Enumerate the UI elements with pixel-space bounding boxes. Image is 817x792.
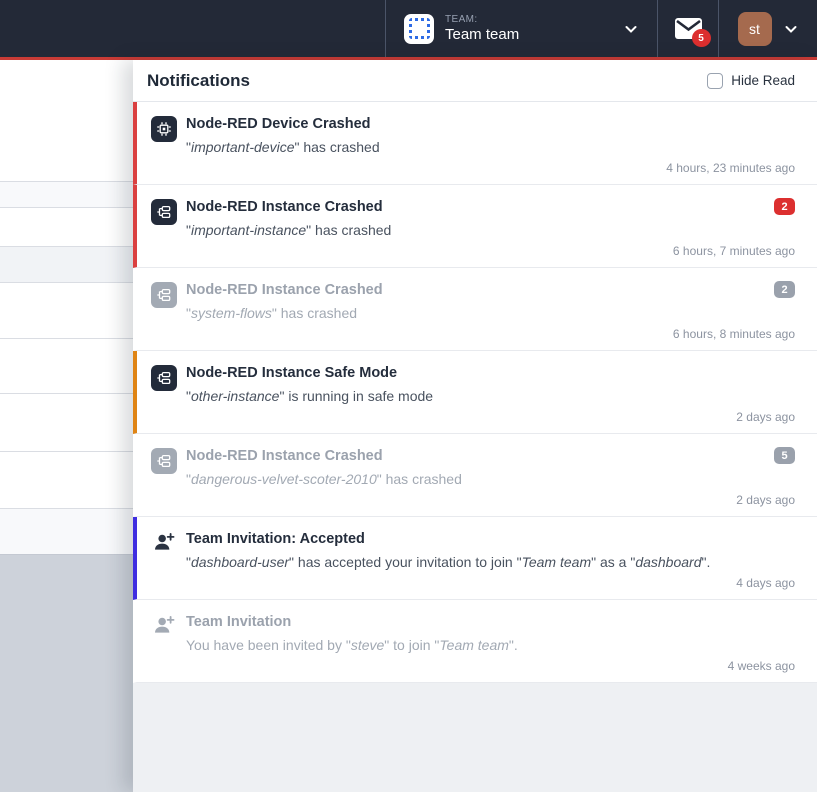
- hide-read-toggle[interactable]: Hide Read: [707, 73, 795, 89]
- notification-timestamp: 4 hours, 23 minutes ago: [666, 161, 795, 175]
- notification-body: Node-RED Instance Crashed "system-flows" …: [186, 281, 383, 350]
- background-table-row: [0, 451, 140, 508]
- hide-read-label: Hide Read: [731, 73, 795, 88]
- unread-count-badge: 5: [692, 29, 711, 47]
- notification-title: Node-RED Instance Crashed: [186, 447, 462, 465]
- notification-timestamp: 6 hours, 8 minutes ago: [673, 327, 795, 341]
- notification-body: Team Invitation: Accepted "dashboard-user…: [186, 530, 710, 599]
- notification-message: "dangerous-velvet-scoter-2010" has crash…: [186, 471, 462, 487]
- notification-title: Node-RED Instance Safe Mode: [186, 364, 433, 382]
- chevron-down-icon: [783, 21, 799, 37]
- notification-item[interactable]: Node-RED Device Crashed "important-device…: [133, 102, 817, 185]
- notification-message: You have been invited by "steve" to join…: [186, 637, 518, 653]
- notification-message: "system-flows" has crashed: [186, 305, 383, 321]
- notification-message: "important-instance" has crashed: [186, 222, 391, 238]
- instance-icon: [151, 281, 177, 350]
- avatar: st: [738, 12, 772, 46]
- team-icon: [404, 14, 434, 44]
- background-table-row: [0, 393, 140, 451]
- notification-item[interactable]: Node-RED Instance Crashed "important-inst…: [133, 185, 817, 268]
- hide-read-checkbox[interactable]: [707, 73, 723, 89]
- notification-count-badge: 2: [774, 198, 795, 215]
- background-table-row: [0, 282, 140, 338]
- notification-body: Team Invitation You have been invited by …: [186, 613, 518, 682]
- notification-message: "other-instance" is running in safe mode: [186, 388, 433, 404]
- notification-list: Node-RED Device Crashed "important-device…: [133, 102, 817, 683]
- background-table-row: [0, 60, 140, 181]
- team-icon-glyph: [409, 18, 430, 39]
- notification-body: Node-RED Instance Crashed "important-inst…: [186, 198, 391, 267]
- notifications-inbox-button[interactable]: 5: [657, 0, 718, 57]
- background-table-row: [0, 207, 140, 246]
- notification-body: Node-RED Device Crashed "important-device…: [186, 115, 380, 184]
- notification-timestamp: 4 days ago: [736, 576, 795, 590]
- notification-timestamp: 2 days ago: [736, 493, 795, 507]
- background-table-row: [0, 508, 140, 554]
- user-add-icon: [151, 613, 177, 682]
- notification-item[interactable]: Node-RED Instance Crashed "dangerous-velv…: [133, 434, 817, 517]
- user-menu[interactable]: st: [718, 0, 817, 57]
- notifications-drawer: Notifications Hide Read Node-RED Device …: [133, 60, 817, 792]
- screen: TEAM: Team team 5 st: [0, 0, 817, 792]
- background-page: [0, 60, 140, 792]
- notification-item[interactable]: Team Invitation: Accepted "dashboard-user…: [133, 517, 817, 600]
- user-add-icon: [151, 530, 177, 599]
- notification-title: Node-RED Device Crashed: [186, 115, 380, 133]
- notification-count-badge: 5: [774, 447, 795, 464]
- panel-title: Notifications: [147, 71, 250, 91]
- drawer-header: Notifications Hide Read: [133, 60, 817, 102]
- chevron-down-icon: [623, 21, 639, 37]
- notification-timestamp: 4 weeks ago: [728, 659, 795, 673]
- notification-title: Node-RED Instance Crashed: [186, 198, 391, 216]
- instance-icon: [151, 364, 177, 433]
- notification-title: Team Invitation: [186, 613, 518, 631]
- notification-title: Node-RED Instance Crashed: [186, 281, 383, 299]
- notification-body: Node-RED Instance Safe Mode "other-instan…: [186, 364, 433, 433]
- notification-timestamp: 6 hours, 7 minutes ago: [673, 244, 795, 258]
- notification-item[interactable]: Team Invitation You have been invited by …: [133, 600, 817, 683]
- background-table-row: [0, 246, 140, 282]
- nav-spacer: [0, 0, 385, 57]
- drawer-empty-area: [133, 683, 817, 792]
- instance-icon: [151, 198, 177, 267]
- background-table-row: [0, 181, 140, 207]
- team-label: TEAM:: [445, 14, 519, 26]
- notification-message: "dashboard-user" has accepted your invit…: [186, 554, 710, 570]
- notification-item[interactable]: Node-RED Instance Safe Mode "other-instan…: [133, 351, 817, 434]
- mail-icon: 5: [675, 18, 702, 39]
- instance-icon: [151, 447, 177, 516]
- notification-item[interactable]: Node-RED Instance Crashed "system-flows" …: [133, 268, 817, 351]
- top-nav: TEAM: Team team 5 st: [0, 0, 817, 57]
- notification-body: Node-RED Instance Crashed "dangerous-velv…: [186, 447, 462, 516]
- team-selector[interactable]: TEAM: Team team: [385, 0, 657, 57]
- background-gray-block: [0, 554, 140, 792]
- team-name: Team team: [445, 26, 519, 43]
- notification-message: "important-device" has crashed: [186, 139, 380, 155]
- device-icon: [151, 115, 177, 184]
- notification-title: Team Invitation: Accepted: [186, 530, 710, 548]
- notification-timestamp: 2 days ago: [736, 410, 795, 424]
- team-text: TEAM: Team team: [445, 14, 519, 43]
- background-table-row: [0, 338, 140, 393]
- notification-count-badge: 2: [774, 281, 795, 298]
